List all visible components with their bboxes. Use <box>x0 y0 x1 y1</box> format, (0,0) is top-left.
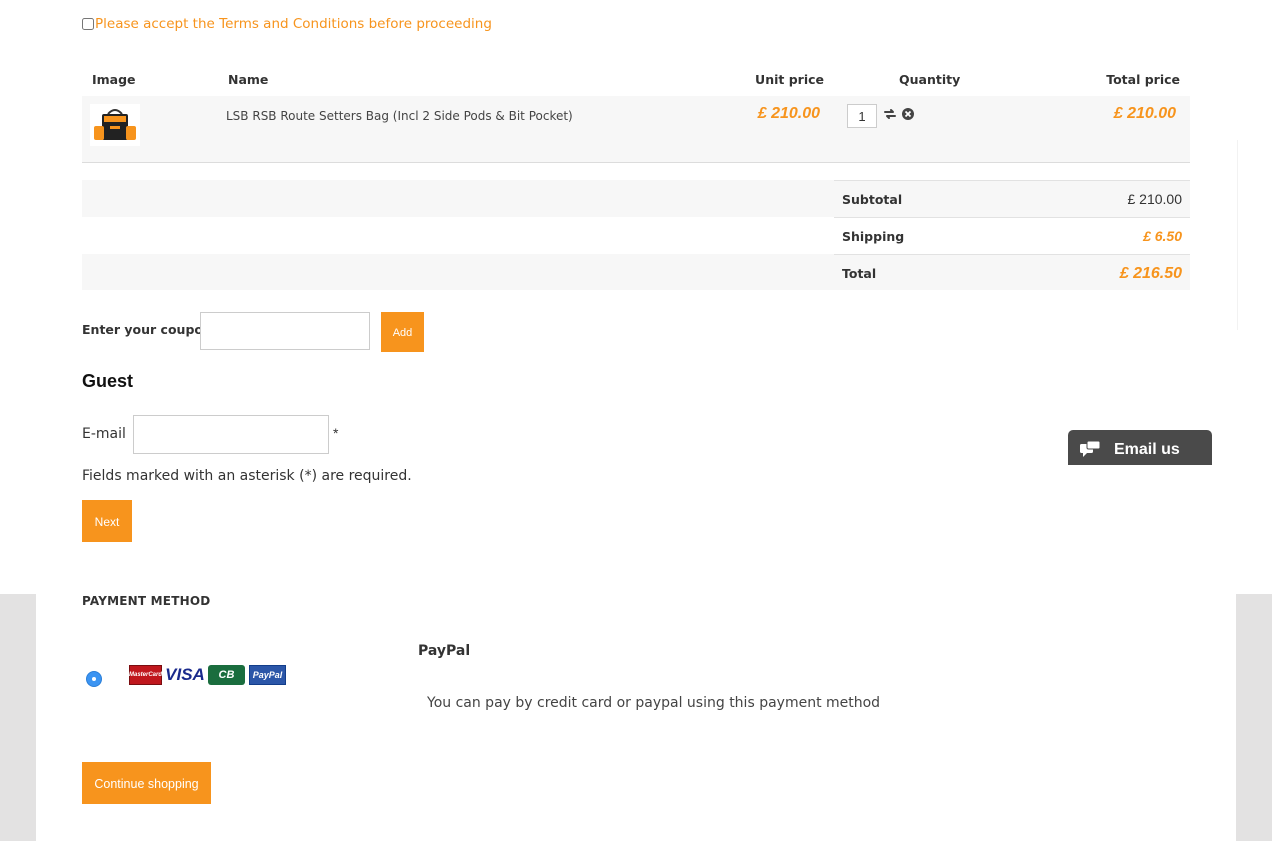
email-us-label: Email us <box>1114 441 1180 458</box>
email-label: E-mail <box>82 426 126 442</box>
quantity-input[interactable]: 1 <box>847 104 877 128</box>
mastercard-logo: MasterCard <box>129 665 162 685</box>
subtotal-label: Subtotal <box>842 192 903 207</box>
total-value: £ 216.50 <box>1119 265 1182 282</box>
summary-row-subtotal: Subtotal £ 210.00 <box>82 180 1190 217</box>
coupon-label: Enter your coupon <box>82 322 212 337</box>
header-quantity: Quantity <box>899 72 961 87</box>
payment-cards: MasterCard VISA CB PayPal <box>129 665 286 685</box>
visa-logo: VISA <box>165 665 205 684</box>
header-unit-price: Unit price <box>755 72 824 87</box>
shipping-label: Shipping <box>842 229 905 244</box>
next-button[interactable]: Next <box>82 500 132 542</box>
continue-shopping-button[interactable]: Continue shopping <box>82 762 211 804</box>
product-name[interactable]: LSB RSB Route Setters Bag (Incl 2 Side P… <box>226 109 573 123</box>
terms-row: Please accept the Terms and Conditions b… <box>82 16 492 32</box>
add-coupon-button[interactable]: Add <box>381 312 424 352</box>
summary-row-total: Total £ 216.50 <box>82 254 1190 290</box>
payment-method-title: PAYMENT METHOD <box>82 594 211 608</box>
total-label: Total <box>842 266 877 281</box>
payment-method-description: You can pay by credit card or paypal usi… <box>427 695 881 711</box>
header-image: Image <box>92 72 136 87</box>
page-side-panel-right <box>1236 594 1272 841</box>
email-us-widget[interactable]: Email us <box>1068 430 1212 465</box>
header-total-price: Total price <box>1106 72 1180 87</box>
item-total-price: £ 210.00 <box>1113 105 1176 122</box>
remove-icon[interactable] <box>901 107 915 121</box>
page-side-panel-left <box>0 594 36 841</box>
cart-item-row: LSB RSB Route Setters Bag (Incl 2 Side P… <box>82 96 1190 163</box>
payment-method-name: PayPal <box>418 643 471 659</box>
product-image[interactable] <box>90 104 140 146</box>
cb-logo: CB <box>208 665 245 685</box>
guest-heading: Guest <box>82 371 134 391</box>
required-star: * <box>333 425 339 441</box>
refresh-icon[interactable] <box>883 107 897 121</box>
email-field[interactable] <box>133 415 329 454</box>
terms-label[interactable]: Please accept the Terms and Conditions b… <box>95 16 492 32</box>
coupon-input[interactable] <box>200 312 370 350</box>
required-note: Fields marked with an asterisk (*) are r… <box>82 468 412 484</box>
header-name: Name <box>228 72 269 87</box>
paypal-radio[interactable] <box>87 672 101 686</box>
summary-row-shipping: Shipping £ 6.50 <box>82 217 1190 254</box>
shipping-value: £ 6.50 <box>1143 228 1182 244</box>
paypal-logo: PayPal <box>249 665 286 685</box>
subtotal-value: £ 210.00 <box>1127 191 1183 207</box>
divider <box>1237 140 1238 330</box>
cart-table-header: Image Name Unit price Quantity Total pri… <box>82 70 1190 97</box>
unit-price: £ 210.00 <box>757 105 820 122</box>
terms-checkbox[interactable] <box>82 18 94 30</box>
chat-icon <box>1080 441 1101 457</box>
